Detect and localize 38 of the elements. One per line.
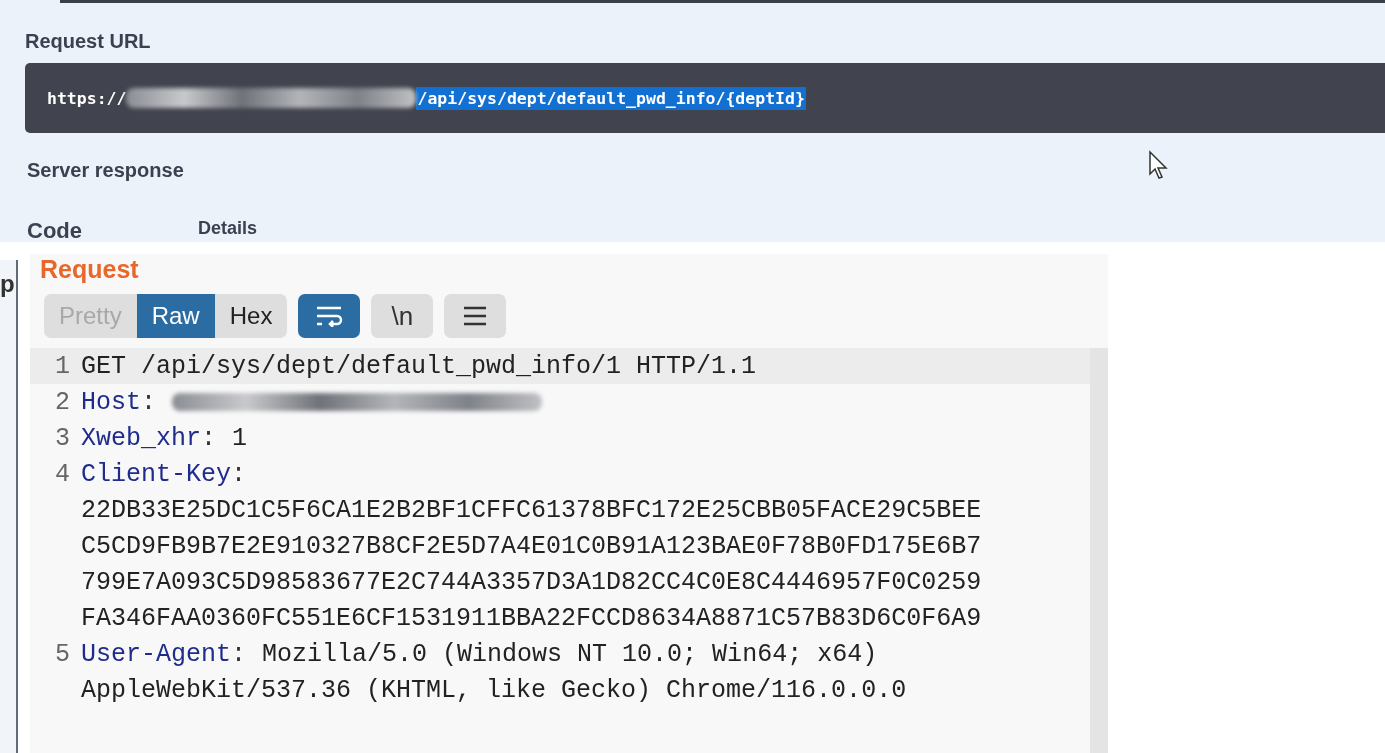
- word-wrap-button[interactable]: [298, 294, 361, 338]
- view-tab[interactable]: Raw: [136, 294, 215, 338]
- panel-title: Request: [40, 254, 140, 284]
- header-value: 799E7A093C5D98583677E2C744A3357D3A1D82CC4C0E8C4446957F0C0259: [81, 567, 982, 597]
- column-header: Details: [198, 218, 258, 240]
- column-header: Code: [27, 218, 83, 242]
- request-line: GET /api/sys/dept/default_pwd_info/1 HTTP/1.1: [81, 351, 757, 381]
- line-number: 5: [54, 639, 70, 669]
- header-value: FA346FAA0360FC551E6CF1531911BBA22FCCD8634A8871C57B83D6C0F6A9: [81, 603, 982, 633]
- header-value: 22DB33E25DC1C5F6CA1E2B2BF1CFFC61378BFC172E25CBB05FACE29C5BEE: [81, 495, 982, 525]
- url-path: /api/sys/dept/default_pwd_info/{deptId}: [416, 86, 806, 110]
- header-value: Mozilla/5.0 (Windows NT 10.0; Win64; x64): [262, 639, 878, 669]
- header-name: Host: [81, 387, 141, 417]
- header-separator: :: [231, 639, 247, 669]
- header-name: User-Agent: [81, 639, 232, 669]
- header-value: AppleWebKit/537.36 (KHTML, like Gecko) Chrome/116.0.0.0: [81, 675, 907, 705]
- section-label: Request URL: [25, 30, 151, 53]
- header-separator: :: [201, 423, 217, 453]
- scrollbar[interactable]: [1090, 348, 1108, 753]
- menu-button[interactable]: [444, 294, 507, 338]
- wrap-icon: [314, 305, 345, 327]
- menu-icon: [463, 306, 488, 326]
- header-name: Client-Key: [81, 459, 232, 489]
- url-scheme: https://: [47, 88, 127, 108]
- line-number: 1: [54, 351, 70, 381]
- line-number: 2: [54, 387, 70, 417]
- header-value: C5CD9FB9B7E2E910327B8CF2E5D7A4E01C0B91A123BAE0F78B0FD175E6B7: [81, 531, 982, 561]
- header-separator: :: [231, 459, 247, 489]
- header-name: Xweb_xhr: [81, 423, 202, 453]
- section-label: Server response: [27, 159, 184, 182]
- line-number: 4: [54, 459, 70, 489]
- header-separator: :: [141, 387, 157, 417]
- view-tab[interactable]: Hex: [214, 294, 288, 338]
- line-number: 3: [54, 423, 70, 453]
- mouse-pointer-icon: [1148, 150, 1170, 180]
- header-value: 1: [232, 423, 248, 453]
- panel-label: p: [0, 270, 16, 298]
- newline-toggle-button[interactable]: \n: [371, 294, 434, 338]
